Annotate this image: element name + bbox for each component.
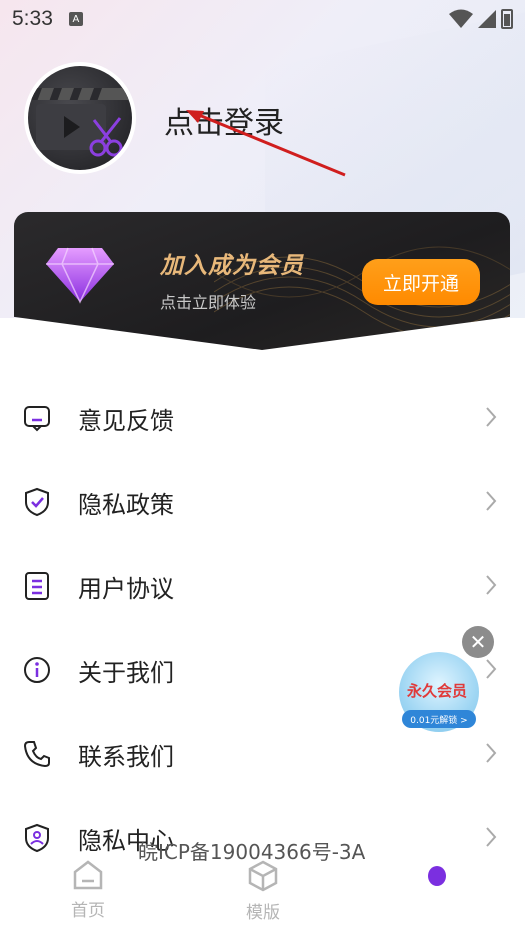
tab-templates[interactable]: 模版 [223, 860, 303, 923]
tab-home[interactable]: 首页 [48, 860, 128, 921]
document-icon [22, 571, 52, 601]
tab-label: 模版 [246, 903, 280, 923]
shield-user-icon [22, 823, 52, 853]
menu-label: 隐私政策 [78, 490, 174, 519]
promo-pill: 0.01元解锁 > [402, 710, 476, 728]
menu-item-feedback[interactable]: 意见反馈 [0, 376, 525, 460]
promo-badge[interactable]: 永久会员 0.01元解锁 > ✕ [385, 626, 497, 738]
annotation-arrow [186, 110, 346, 177]
vip-title: 加入成为会员 [160, 253, 304, 279]
signal-icon [478, 10, 496, 28]
status-icons [449, 9, 513, 29]
vip-activate-button[interactable]: 立即开通 [362, 259, 480, 305]
menu-item-user-agreement[interactable]: 用户协议 [0, 544, 525, 628]
tab-label: 首页 [71, 901, 105, 921]
close-icon[interactable]: ✕ [462, 626, 494, 658]
vip-subtitle: 点击立即体验 [160, 293, 257, 312]
shield-check-icon [22, 487, 52, 517]
info-icon [22, 655, 52, 685]
chevron-right-icon [486, 491, 497, 511]
tab-mine-active-dot[interactable] [428, 866, 446, 886]
status-time: 5:33 [12, 7, 53, 30]
battery-icon [501, 9, 513, 29]
avatar[interactable] [24, 62, 136, 174]
cube-icon [248, 860, 278, 892]
menu-label: 关于我们 [78, 658, 174, 687]
chevron-right-icon [486, 575, 497, 595]
status-bar: 5:33 A [0, 0, 525, 38]
feedback-icon [22, 403, 52, 433]
a-notification-icon: A [68, 12, 83, 26]
wifi-icon [449, 9, 473, 28]
menu-label: 意见反馈 [78, 406, 174, 435]
menu-label: 联系我们 [78, 742, 174, 771]
bottom-tab-bar: 首页 模版 [0, 860, 525, 933]
menu-label: 用户协议 [78, 574, 174, 603]
chevron-right-icon [486, 743, 497, 763]
menu-item-privacy-policy[interactable]: 隐私政策 [0, 460, 525, 544]
phone-icon [22, 739, 52, 769]
chevron-right-icon [486, 407, 497, 427]
diamond-icon [46, 247, 114, 304]
chevron-right-icon [486, 827, 497, 847]
film-scissors-icon [28, 66, 132, 170]
home-icon [73, 860, 103, 890]
promo-title: 永久会员 [407, 682, 468, 700]
